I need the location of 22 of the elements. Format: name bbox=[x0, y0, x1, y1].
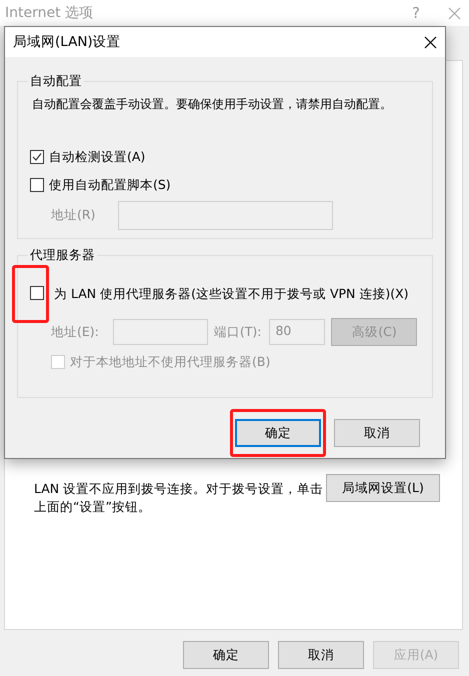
close-icon[interactable] bbox=[424, 36, 437, 48]
description: LAN 设置不应用到拨号连接。对于拨号设置，单击 上面的“设置”按钮。 bbox=[34, 480, 324, 516]
dialog-button[interactable]: 取消 bbox=[278, 641, 364, 669]
checkbox[interactable] bbox=[30, 178, 44, 192]
field-label: 地址(R) bbox=[51, 207, 96, 224]
checkbox[interactable] bbox=[30, 286, 44, 300]
checkbox-label: 自动检测设置(A) bbox=[49, 148, 146, 166]
checkbox-label: 对于本地地址不使用代理服务器(B) bbox=[70, 354, 270, 370]
dialog-button[interactable]: 确定 bbox=[183, 641, 269, 669]
dialog-button[interactable]: 取消 bbox=[334, 419, 420, 447]
checkbox-label: 为 LAN 使用代理服务器(这些设置不用于拨号或 VPN 连接)(X) bbox=[54, 286, 409, 302]
checkbox-label: 使用自动配置脚本(S) bbox=[49, 176, 171, 194]
window-title: Internet 选项 bbox=[5, 4, 94, 22]
field-label: 地址(E): bbox=[51, 324, 99, 340]
field-label: 端口(T): bbox=[214, 324, 262, 340]
dialog-title: 局域网(LAN)设置 bbox=[13, 33, 121, 51]
dialog-button[interactable]: 确定 bbox=[235, 419, 321, 447]
lan-settings-button[interactable]: 局域网设置(L) bbox=[326, 474, 440, 502]
note-text: 自动配置会覆盖手动设置。要确保使用手动设置，请禁用自动配置。 bbox=[32, 96, 393, 113]
group-legend: 自动配置 bbox=[28, 73, 84, 90]
group-legend: 代理服务器 bbox=[28, 247, 97, 264]
checkbox[interactable] bbox=[30, 150, 44, 164]
